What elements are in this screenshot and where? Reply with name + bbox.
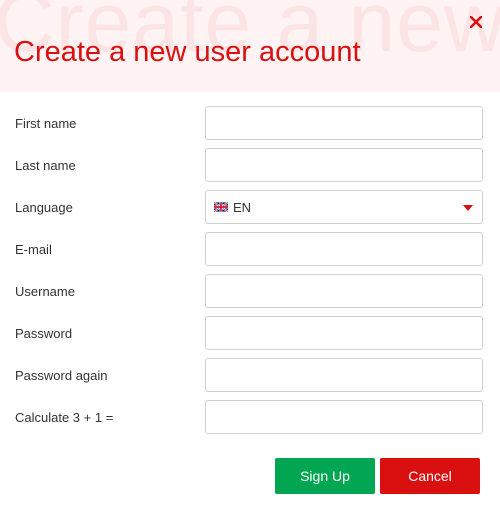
password-again-label: Password again [15,368,108,383]
username-row: Username [0,274,500,316]
last-name-input[interactable] [205,148,483,182]
dialog-header: Create a new Create a new user account [0,0,500,92]
close-icon [470,16,482,28]
create-account-dialog: Create a new Create a new user account F… [0,0,500,508]
sign-up-button[interactable]: Sign Up [275,458,375,494]
password-again-row: Password again [0,358,500,400]
last-name-label: Last name [15,158,76,173]
language-select[interactable]: EN [205,190,483,224]
dialog-buttons: Sign Up Cancel [275,458,480,494]
username-input[interactable] [205,274,483,308]
first-name-input[interactable] [205,106,483,140]
first-name-label: First name [15,116,77,131]
signup-form: First name Last name Language EN E-mail … [0,106,500,442]
email-label: E-mail [15,242,52,257]
username-label: Username [15,284,75,299]
last-name-row: Last name [0,148,500,190]
password-label: Password [15,326,73,341]
language-row: Language EN [0,190,500,232]
password-again-input[interactable] [205,358,483,392]
close-button[interactable] [466,12,486,32]
chevron-down-icon [463,205,473,211]
first-name-row: First name [0,106,500,148]
password-row: Password [0,316,500,358]
password-input[interactable] [205,316,483,350]
email-input[interactable] [205,232,483,266]
uk-flag-icon [214,202,228,212]
language-value: EN [233,199,252,215]
captcha-input[interactable] [205,400,483,434]
dialog-title: Create a new user account [14,36,361,68]
captcha-row: Calculate 3 + 1 = [0,400,500,442]
captcha-label: Calculate 3 + 1 = [15,410,114,425]
language-label: Language [15,200,73,215]
email-row: E-mail [0,232,500,274]
cancel-button[interactable]: Cancel [380,458,480,494]
